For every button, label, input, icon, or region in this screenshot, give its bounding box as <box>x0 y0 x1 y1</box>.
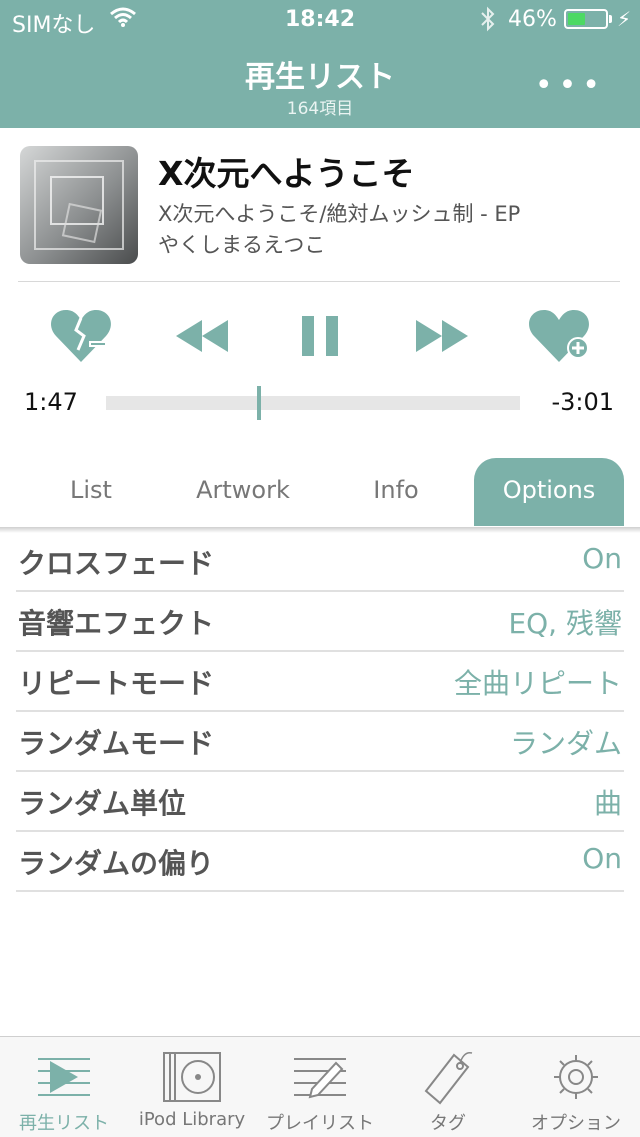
playlist-play-icon <box>34 1049 94 1105</box>
option-label: ランダムモード <box>18 727 215 760</box>
tab-info[interactable]: Info <box>332 458 460 526</box>
rewind-icon[interactable] <box>168 300 238 370</box>
option-repeat-mode[interactable]: リピートモード 全曲リピート <box>16 650 624 712</box>
charging-icon: ⚡ <box>617 7 632 31</box>
bottom-tab-ipod-library[interactable]: iPod Library <box>128 1037 256 1137</box>
progress-thumb[interactable] <box>257 386 262 420</box>
header-bar: SIMなし 18:42 46% ⚡ 再生リスト 164項目 ••• <box>0 0 640 128</box>
option-value: ランダム <box>509 727 622 760</box>
tab-artwork[interactable]: Artwork <box>180 458 306 526</box>
status-bar: SIMなし 18:42 46% ⚡ <box>0 0 640 40</box>
ellipsis-icon[interactable]: ••• <box>535 71 606 101</box>
bottom-tab-label: オプション <box>531 1113 621 1134</box>
segment-tabs: List Artwork Info Options <box>0 456 640 528</box>
playlist-edit-icon <box>290 1049 350 1105</box>
option-sound-effect[interactable]: 音響エフェクト EQ, 残響 <box>16 590 624 652</box>
divider <box>18 281 620 282</box>
elapsed-time: 1:47 <box>24 388 78 416</box>
pause-icon[interactable] <box>286 300 356 370</box>
option-crossfade[interactable]: クロスフェード On <box>16 530 624 592</box>
battery-tip <box>609 15 612 23</box>
battery-percent: 46% <box>508 7 557 32</box>
option-random-unit[interactable]: ランダム単位 曲 <box>16 770 624 832</box>
bottom-tab-options[interactable]: オプション <box>512 1037 640 1137</box>
option-label: ランダムの偏り <box>18 847 215 880</box>
option-label: ランダム単位 <box>18 787 187 820</box>
ipod-library-icon <box>162 1049 222 1105</box>
option-label: クロスフェード <box>18 547 215 580</box>
progress-slider[interactable] <box>106 386 520 420</box>
option-random-bias[interactable]: ランダムの偏り On <box>16 830 624 892</box>
bottom-tab-label: 再生リスト <box>19 1113 109 1134</box>
now-playing: X次元へようこそ X次元へようこそ/絶対ムッシュ制 - EP やくしまるえつこ <box>0 128 640 283</box>
tab-options[interactable]: Options <box>474 458 624 526</box>
fast-forward-icon[interactable] <box>406 300 476 370</box>
option-random-mode[interactable]: ランダムモード ランダム <box>16 710 624 772</box>
gear-icon <box>546 1049 606 1105</box>
like-heart-icon[interactable] <box>526 300 596 370</box>
option-label: リピートモード <box>18 667 215 700</box>
song-title: X次元へようこそ <box>158 154 415 193</box>
bottom-tab-now-playing[interactable]: 再生リスト <box>0 1037 128 1137</box>
bluetooth-icon <box>478 6 498 38</box>
bottom-tab-tags[interactable]: タグ <box>384 1037 512 1137</box>
playback-controls <box>0 300 640 370</box>
bottom-tab-label: iPod Library <box>138 1109 246 1130</box>
option-value: On <box>582 842 622 875</box>
album-artwork[interactable] <box>20 146 138 264</box>
dislike-heart-icon[interactable] <box>46 300 116 370</box>
option-value: 全曲リピート <box>453 667 622 700</box>
song-album: X次元へようこそ/絶対ムッシュ制 - EP <box>158 202 521 226</box>
option-value: 曲 <box>593 787 622 820</box>
bottom-tab-label: プレイリスト <box>266 1113 374 1134</box>
option-value: On <box>582 542 622 575</box>
bottom-tab-playlists[interactable]: プレイリスト <box>256 1037 384 1137</box>
bottom-tab-bar: 再生リスト iPod Library プレイリスト タグ オプション <box>0 1036 640 1137</box>
tab-list[interactable]: List <box>28 458 154 526</box>
option-label: 音響エフェクト <box>18 607 215 640</box>
tag-icon <box>418 1049 478 1105</box>
remaining-time: -3:01 <box>551 388 614 416</box>
battery-icon <box>564 9 608 29</box>
option-value: EQ, 残響 <box>508 607 622 640</box>
bottom-tab-label: タグ <box>430 1113 466 1134</box>
song-artist: やくしまるえつこ <box>158 233 326 257</box>
